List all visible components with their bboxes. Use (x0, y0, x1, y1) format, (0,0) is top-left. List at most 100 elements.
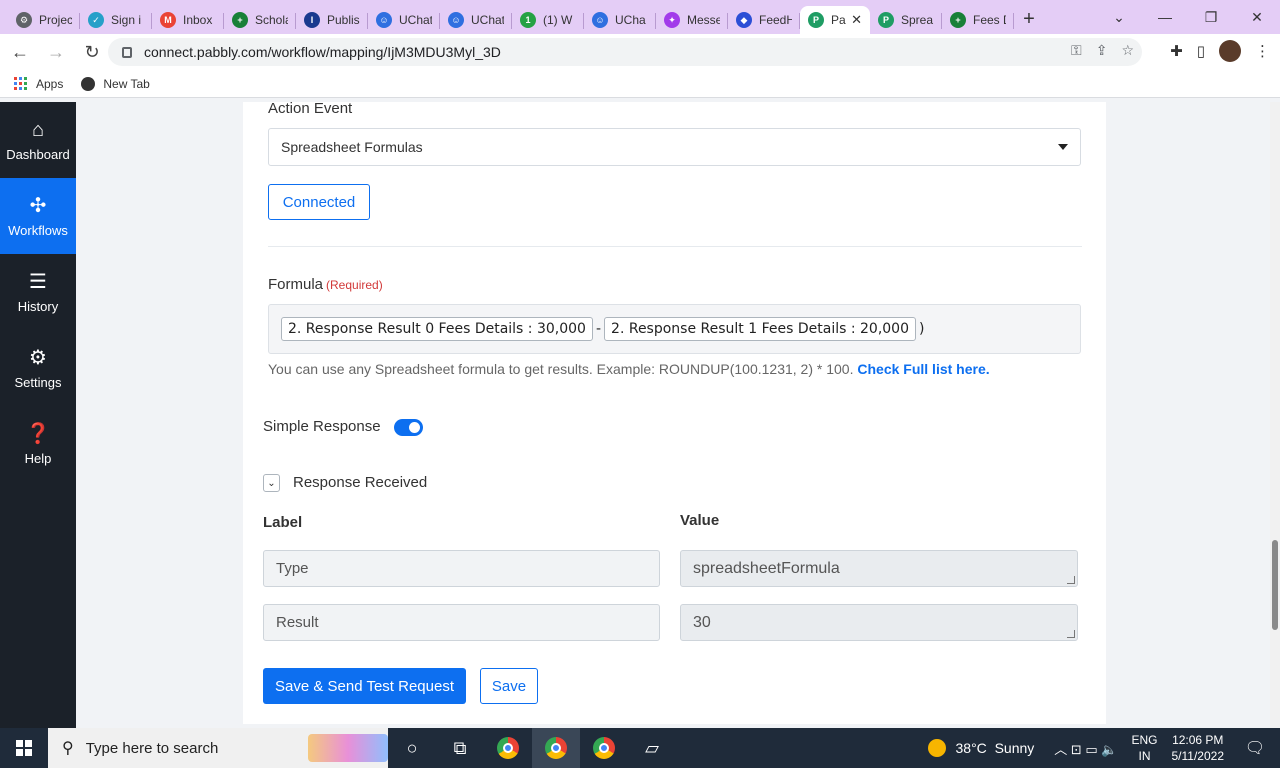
chrome-taskbar-icon[interactable] (484, 728, 532, 768)
close-icon[interactable]: ✕ (1234, 9, 1280, 26)
menu-icon[interactable]: ⋮ (1255, 42, 1270, 60)
tab-strip: ⚙ Projec ✓ Sign i M Inbox + Schola I Publis ☺ UChat… (0, 0, 1280, 34)
tab-favicon-icon: ☺ (592, 12, 608, 28)
response-collapse-toggle[interactable]: ⌄ (263, 474, 280, 492)
browser-tab[interactable]: + Schola (224, 6, 296, 34)
helper-text: You can use any Spreadsheet formula to g… (268, 361, 854, 377)
language-indicator[interactable]: ENG IN (1131, 732, 1157, 764)
search-placeholder: Type here to search (85, 739, 219, 757)
tab-search-icon[interactable]: ⌄ (1096, 9, 1142, 26)
windows-logo-icon (16, 740, 32, 756)
section-divider (268, 246, 1082, 247)
browser-tab[interactable]: + Fees D (942, 6, 1014, 34)
page-scrollbar[interactable] (1270, 102, 1280, 728)
browser-tab[interactable]: ✓ Sign i (80, 6, 152, 34)
sidebar-item-label: Workflows (8, 222, 68, 238)
scrollbar-thumb[interactable] (1272, 540, 1278, 630)
chrome-taskbar-icon-active[interactable] (532, 728, 580, 768)
response-value-field[interactable]: spreadsheetFormula (680, 550, 1078, 587)
minimize-icon[interactable]: — (1142, 9, 1188, 25)
side-panel-icon[interactable]: ▯ (1197, 42, 1205, 60)
forward-icon[interactable]: → (40, 36, 72, 68)
response-label-field: Result (263, 604, 660, 641)
browser-tab[interactable]: ✦ Messe (656, 6, 728, 34)
tab-favicon-icon: ☺ (448, 12, 464, 28)
tab-title: Pa (831, 13, 846, 27)
sidebar-item-dashboard[interactable]: ⌂ Dashboard (0, 102, 76, 178)
tray-icons[interactable]: ︿ ⊡ ▭ 🔈 (1054, 739, 1117, 758)
browser-tab[interactable]: 1 (1) W (512, 6, 584, 34)
taskbar-search[interactable]: ⚲ Type here to search (48, 728, 388, 768)
connected-button[interactable]: Connected (268, 184, 370, 220)
browser-tab[interactable]: I Publis (296, 6, 368, 34)
tab-title: FeedH (759, 13, 792, 27)
bookmark-new-tab-label: New Tab (103, 76, 150, 91)
sun-icon (927, 739, 946, 757)
chrome-taskbar-icon[interactable] (580, 728, 628, 768)
bookmark-new-tab[interactable]: New Tab (81, 76, 150, 91)
tab-title: Schola (255, 13, 288, 27)
formula-label: Formula (Required) (268, 276, 383, 293)
browser-tab[interactable]: ⚙ Projec (8, 6, 80, 34)
formula-chip[interactable]: 2. Response Result 0 Fees Details : 30,0… (281, 317, 593, 341)
notepad-taskbar-icon[interactable]: ▱ (628, 728, 676, 768)
key-icon[interactable]: ⚿ (1071, 42, 1082, 59)
browser-tab[interactable]: P Sprea (870, 6, 942, 34)
cortana-icon[interactable]: ○ (388, 728, 436, 768)
reload-icon[interactable]: ↻ (76, 36, 108, 68)
formula-chip[interactable]: 2. Response Result 1 Fees Details : 20,0… (604, 317, 916, 341)
formula-operator: - (595, 321, 602, 337)
time-text: 12:06 PM (1172, 733, 1224, 747)
task-view-icon[interactable]: ⧉ (436, 728, 484, 768)
temperature-text: 38°C (955, 740, 987, 756)
back-icon[interactable]: ← (4, 36, 36, 68)
start-button[interactable] (0, 728, 48, 768)
browser-tab[interactable]: M Inbox (152, 6, 224, 34)
tab-favicon-icon: P (878, 12, 894, 28)
tab-favicon-icon: I (304, 12, 320, 28)
clock[interactable]: 12:06 PM 5/11/2022 (1172, 732, 1225, 764)
weather-widget[interactable]: 38°C Sunny (956, 740, 1035, 756)
bookmark-apps[interactable]: Apps (14, 76, 64, 91)
browser-tab[interactable]: ☺ UCha (584, 6, 656, 34)
formula-helper-text: You can use any Spreadsheet formula to g… (268, 361, 990, 377)
restore-icon[interactable]: ❐ (1188, 9, 1234, 26)
sidebar-item-workflows[interactable]: ✣ Workflows (0, 178, 76, 254)
browser-tab[interactable]: ◆ FeedH (728, 6, 800, 34)
address-bar[interactable]: connect.pabbly.com/workflow/mapping/IjM3… (108, 38, 1142, 66)
notification-icon[interactable]: 🗨 (1240, 738, 1270, 758)
new-tab-button[interactable]: + (1014, 5, 1044, 33)
tab-favicon-icon: P (808, 12, 824, 28)
sidebar-item-settings[interactable]: ⚙ Settings (0, 330, 76, 406)
bookmarks-bar: Apps New Tab (0, 70, 1280, 98)
sidebar-item-help[interactable]: ❓ Help (0, 406, 76, 482)
profile-avatar[interactable] (1219, 40, 1241, 62)
browser-tab[interactable]: ☺ UChat (368, 6, 440, 34)
extensions-icon[interactable]: ✚ (1170, 42, 1183, 60)
bookmark-apps-label: Apps (36, 76, 64, 91)
browser-tab[interactable]: P Pa ✕ (800, 6, 870, 34)
tab-title: UChat (471, 13, 504, 27)
search-highlight-art (308, 734, 388, 762)
tab-title: (1) W (543, 13, 573, 27)
sidebar-item-history[interactable]: ☰ History (0, 254, 76, 330)
browser-tab[interactable]: ☺ UChat (440, 6, 512, 34)
save-button[interactable]: Save (480, 668, 538, 704)
action-event-label: Action Event (268, 100, 353, 117)
action-event-select[interactable]: Spreadsheet Formulas (268, 128, 1081, 166)
tab-title: UCha (615, 13, 646, 27)
response-label-field: Type (263, 550, 660, 587)
simple-response-label: Simple Response (263, 418, 381, 435)
bookmark-star-icon[interactable]: ☆ (1121, 42, 1134, 59)
response-value-field[interactable]: 30 (680, 604, 1078, 641)
simple-response-toggle[interactable] (394, 419, 423, 436)
save-send-test-button[interactable]: Save & Send Test Request (263, 668, 466, 704)
formula-input[interactable]: 2. Response Result 0 Fees Details : 30,0… (268, 304, 1081, 354)
share-icon[interactable]: ⇪ (1096, 42, 1108, 59)
tab-close-icon[interactable]: ✕ (851, 12, 862, 28)
check-full-list-link[interactable]: Check Full list here. (857, 361, 989, 377)
workflow-action-panel: Action Event Spreadsheet Formulas Connec… (243, 100, 1106, 724)
workflow-icon: ✣ (29, 194, 47, 217)
tab-title: Publis (327, 13, 360, 27)
gear-icon: ⚙ (29, 346, 47, 369)
